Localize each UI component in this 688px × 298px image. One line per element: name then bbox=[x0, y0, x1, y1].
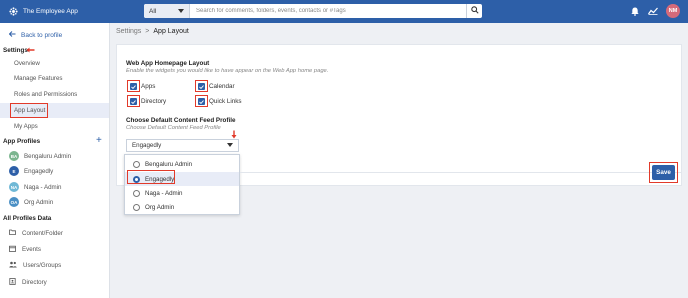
panel-divider bbox=[240, 172, 682, 173]
calendar-icon bbox=[9, 245, 16, 254]
folder-icon bbox=[9, 229, 16, 237]
profile-item-org-admin[interactable]: OA Org Admin bbox=[9, 197, 53, 207]
profile-label: Org Admin bbox=[24, 198, 54, 206]
logo-icon bbox=[9, 7, 18, 16]
app-profiles-heading: App Profiles bbox=[3, 138, 41, 145]
user-avatar[interactable]: NM bbox=[666, 4, 680, 18]
feed-section-title: Choose Default Content Feed Profile bbox=[126, 117, 236, 124]
avatar: E bbox=[9, 166, 19, 176]
search-icon bbox=[470, 6, 479, 16]
highlight-box-app-layout bbox=[10, 103, 48, 118]
data-item-label: Content/Folder bbox=[22, 229, 63, 237]
option-label: Org Admin bbox=[145, 203, 175, 211]
profile-label: Engagedly bbox=[24, 167, 54, 175]
data-item-users-groups[interactable]: Users/Groups bbox=[9, 261, 61, 270]
option-label: Naga - Admin bbox=[145, 189, 183, 197]
back-link-label: Back to profile bbox=[21, 31, 63, 39]
search-scope-select[interactable]: All bbox=[144, 4, 190, 18]
avatar: OA bbox=[9, 197, 19, 207]
sidebar-item-my-apps[interactable]: My Apps bbox=[14, 123, 38, 130]
avatar: BA bbox=[9, 151, 19, 161]
checkbox-label: Quick Links bbox=[209, 98, 242, 105]
radio-icon[interactable] bbox=[133, 203, 140, 211]
sidebar-item-roles-permissions[interactable]: Roles and Permissions bbox=[14, 91, 77, 98]
settings-heading: Settings bbox=[3, 47, 28, 54]
directory-icon bbox=[9, 278, 16, 287]
highlight-box-apps bbox=[127, 80, 140, 92]
app-logo[interactable]: The Employee App bbox=[0, 7, 110, 16]
dropdown-option-bengaluru-admin[interactable]: Bengaluru Admin bbox=[125, 157, 239, 171]
analytics-icon[interactable] bbox=[648, 6, 658, 16]
sidebar: Back to profile Settings Overview Manage… bbox=[0, 23, 110, 298]
data-item-label: Events bbox=[22, 246, 41, 253]
data-item-label: Directory bbox=[22, 279, 47, 286]
chevron-down-icon bbox=[227, 142, 233, 149]
feed-section-subtitle: Choose Default Content Feed Profile bbox=[126, 125, 221, 131]
highlight-box-save bbox=[649, 162, 678, 183]
chevron-down-icon bbox=[178, 8, 184, 15]
all-profiles-data-heading: All Profiles Data bbox=[3, 215, 52, 222]
bell-icon[interactable] bbox=[630, 6, 640, 16]
data-item-content-folder[interactable]: Content/Folder bbox=[9, 229, 63, 237]
profile-label: Bengaluru Admin bbox=[24, 152, 72, 160]
highlight-box-directory bbox=[127, 95, 140, 107]
data-item-events[interactable]: Events bbox=[9, 245, 41, 254]
highlight-box-quick-links bbox=[195, 95, 208, 107]
add-profile-button[interactable]: + bbox=[96, 136, 102, 146]
data-item-directory[interactable]: Directory bbox=[9, 278, 47, 287]
profile-label: Naga - Admin bbox=[24, 183, 62, 191]
feed-profile-selected-value: Engagedly bbox=[132, 142, 162, 149]
profile-item-bengaluru-admin[interactable]: BA Bengaluru Admin bbox=[9, 151, 71, 161]
profile-item-engagedly[interactable]: E Engagedly bbox=[9, 166, 53, 176]
search-scope-value: All bbox=[149, 7, 157, 15]
data-item-label: Users/Groups bbox=[23, 262, 62, 269]
users-icon bbox=[9, 261, 17, 270]
checkbox-label: Directory bbox=[141, 98, 167, 105]
radio-icon[interactable] bbox=[133, 160, 140, 168]
feed-profile-select[interactable]: Engagedly bbox=[126, 139, 239, 152]
dropdown-option-naga-admin[interactable]: Naga - Admin bbox=[125, 186, 239, 200]
dropdown-option-org-admin[interactable]: Org Admin bbox=[125, 200, 239, 214]
avatar: NA bbox=[9, 182, 19, 192]
profile-item-naga-admin[interactable]: NA Naga - Admin bbox=[9, 182, 62, 192]
highlight-box-calendar bbox=[195, 80, 208, 92]
option-label: Bengaluru Admin bbox=[145, 160, 193, 168]
page-title: App Layout bbox=[153, 28, 189, 35]
arrow-left-icon bbox=[8, 31, 16, 39]
back-to-profile-link[interactable]: Back to profile bbox=[8, 31, 63, 39]
search-button[interactable] bbox=[466, 4, 482, 18]
feed-profile-dropdown: Bengaluru Admin Engagedly Naga - Admin O… bbox=[124, 154, 240, 215]
search-input[interactable] bbox=[190, 4, 466, 18]
breadcrumb-settings-link[interactable]: Settings bbox=[116, 28, 141, 35]
sidebar-item-manage-features[interactable]: Manage Features bbox=[14, 75, 63, 82]
breadcrumb: Settings > App Layout bbox=[116, 28, 189, 35]
sidebar-item-overview[interactable]: Overview bbox=[14, 60, 40, 67]
radio-icon[interactable] bbox=[133, 189, 140, 197]
layout-section-title: Web App Homepage Layout bbox=[126, 60, 210, 67]
checkbox-label: Apps bbox=[141, 83, 156, 90]
checkbox-label: Calendar bbox=[209, 83, 235, 90]
layout-section-subtitle: Enable the widgets you would like to hav… bbox=[126, 68, 329, 74]
red-arrow-left-icon bbox=[26, 47, 35, 55]
global-search: All bbox=[144, 4, 482, 18]
highlight-box-engagedly bbox=[127, 170, 175, 184]
top-bar: The Employee App All NM bbox=[0, 0, 688, 23]
breadcrumb-separator: > bbox=[145, 28, 150, 35]
app-name: The Employee App bbox=[23, 8, 78, 15]
